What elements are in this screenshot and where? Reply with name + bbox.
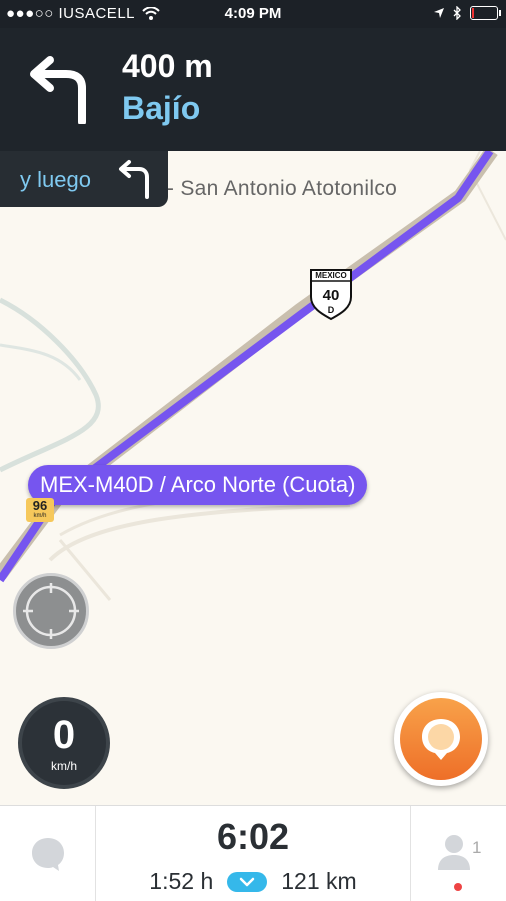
report-button[interactable]	[394, 692, 488, 786]
friends-count: 1	[472, 838, 482, 857]
trip-summary[interactable]: 1:52 h 121 km	[96, 868, 410, 895]
friends-icon[interactable]	[436, 832, 472, 872]
recenter-button[interactable]	[13, 573, 89, 649]
speed-unit: km/h	[50, 759, 77, 773]
chevron-down-icon	[240, 877, 255, 886]
notification-dot	[454, 883, 462, 891]
report-pin-icon	[422, 719, 460, 760]
crosshair-icon	[23, 583, 79, 639]
wifi-icon	[142, 7, 160, 20]
trip-distance: 121 km	[281, 868, 357, 894]
battery-icon	[470, 6, 501, 20]
speedometer: 0 km/h	[18, 697, 110, 789]
menu-bubble-icon[interactable]	[28, 834, 68, 874]
speed-limit-sign: 96 km/h	[26, 498, 54, 522]
eta-time[interactable]: 6:02	[96, 816, 410, 858]
highway-shield-number: 40	[322, 287, 340, 304]
speed-limit-value: 96	[32, 498, 48, 513]
next-turn-left-icon	[119, 160, 149, 199]
expand-trip-button[interactable]	[227, 871, 268, 892]
status-bar: ●●●○○ IUSACELL 4:09 PM	[0, 0, 506, 28]
speed-value: 0	[52, 713, 76, 757]
bluetooth-icon	[453, 6, 461, 20]
current-road-banner: MEX-M40D / Arco Norte (Cuota)	[28, 465, 368, 505]
turn-street-name: Bajío	[122, 90, 201, 126]
next-turn-panel[interactable]: y luego	[0, 151, 168, 207]
highway-shield-top: MEXICO	[315, 271, 347, 280]
turn-left-icon	[30, 56, 86, 124]
trip-duration: 1:52 h	[149, 868, 214, 894]
map-road-label: s - San Antonio Atotonilco	[150, 177, 398, 200]
turn-distance: 400 m	[122, 48, 213, 84]
navigation-instruction-panel[interactable]: 400 m Bajío	[0, 28, 506, 151]
speed-limit-unit: km/h	[33, 513, 47, 519]
highway-shield-suffix: D	[327, 305, 335, 315]
location-arrow-icon	[434, 8, 444, 18]
status-time: 4:09 PM	[224, 5, 282, 22]
bottom-bar: 6:02 1:52 h 121 km	[0, 805, 506, 901]
next-turn-label: y luego	[20, 167, 91, 192]
